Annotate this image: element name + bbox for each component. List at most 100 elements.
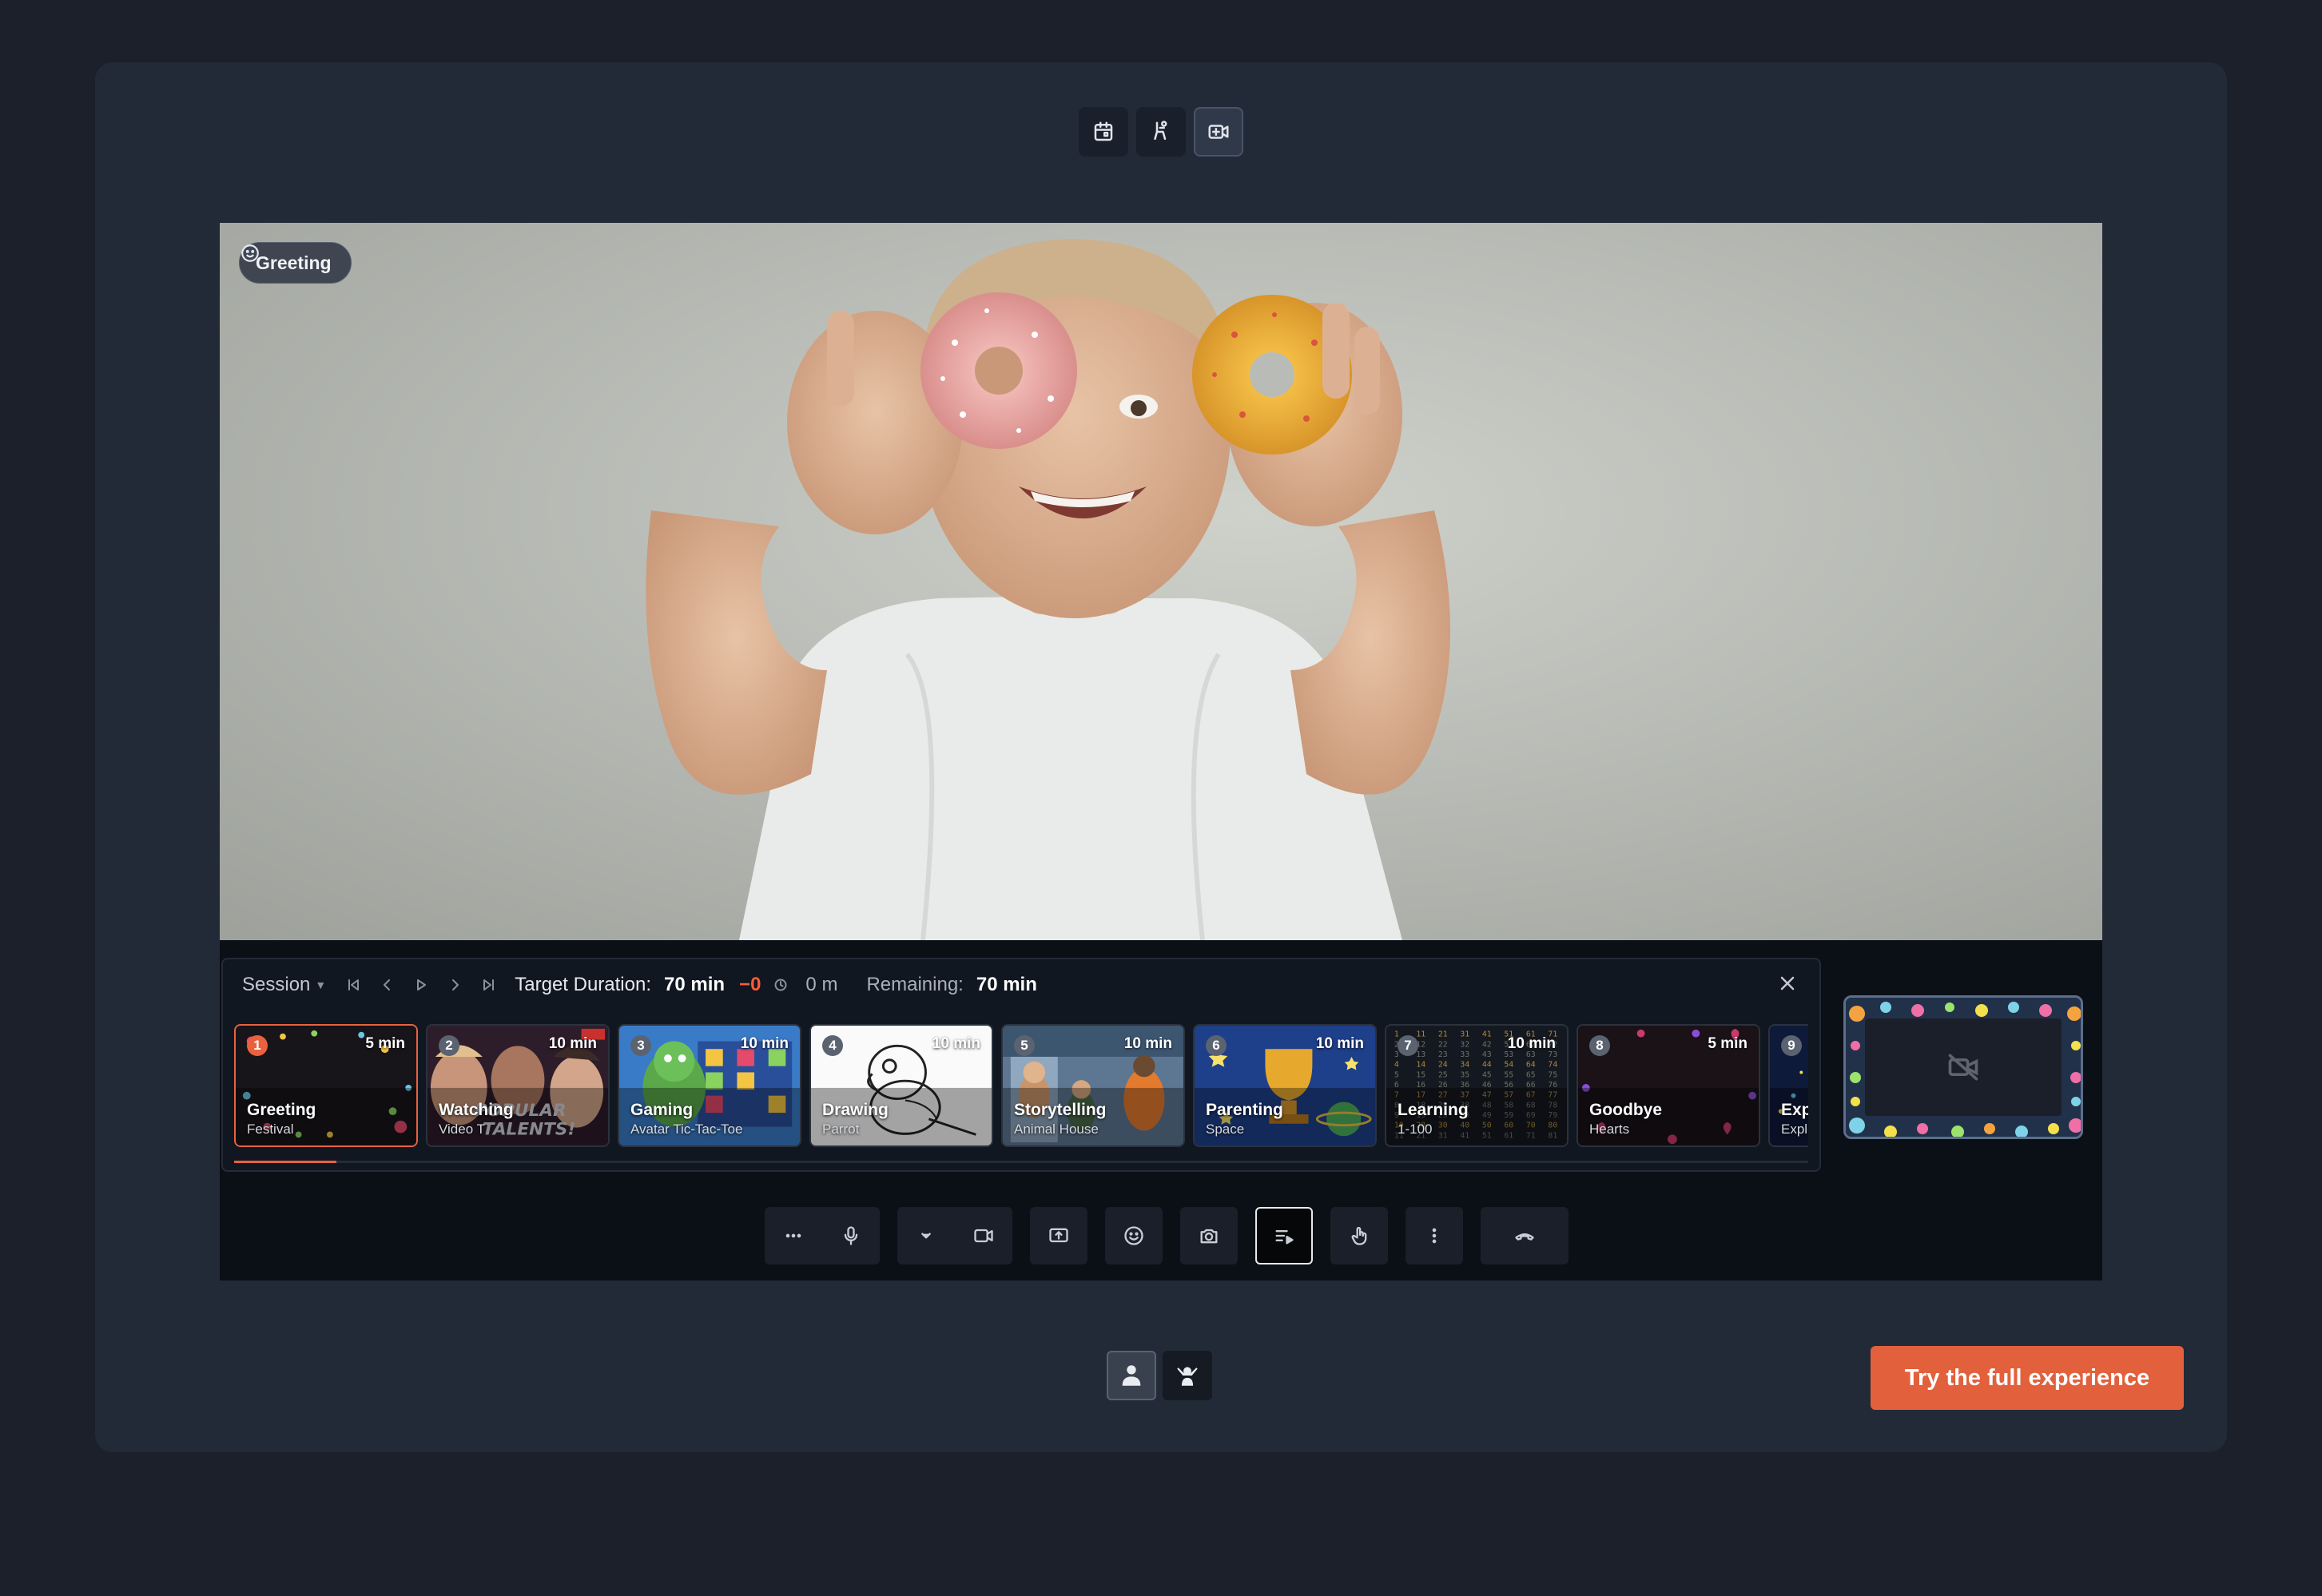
activity-duration: 10 min [1507,1035,1556,1052]
activity-duration: 10 min [1315,1035,1364,1052]
remaining-value: 70 min [976,974,1037,995]
session-plan-group [1255,1207,1313,1264]
activity-card[interactable]: 6 10 min Parenting Space [1193,1024,1377,1147]
svg-text:65: 65 [1526,1070,1536,1079]
activity-subtitle: Parrot [822,1122,860,1137]
skip-to-end-icon[interactable] [481,978,495,992]
clock-icon [774,979,787,991]
activity-duration: 10 min [1123,1035,1172,1052]
share-screen-button[interactable] [1030,1207,1087,1264]
svg-text:43: 43 [1482,1050,1492,1059]
child-view-button[interactable] [1107,1351,1156,1400]
touch-control-button[interactable] [1330,1207,1388,1264]
play-icon[interactable] [414,978,428,992]
activity-duration: 10 min [548,1035,597,1052]
current-activity-label: Greeting [256,252,332,273]
therapist-view-button[interactable] [1163,1351,1212,1400]
session-mode-button[interactable] [1136,107,1186,157]
svg-text:23: 23 [1438,1050,1448,1059]
activity-subtitle: Space [1206,1122,1245,1137]
close-icon[interactable] [1779,975,1795,991]
video-camera-icon [974,1229,993,1243]
end-call-button[interactable] [1481,1207,1569,1264]
hang-up-icon [1515,1233,1534,1241]
target-duration-value: 70 min [664,974,726,995]
activity-subtitle: Explor [1781,1122,1808,1137]
svg-text:54: 54 [1504,1061,1513,1070]
camera-off-icon [1948,1054,1978,1081]
playlist-play-icon [1275,1230,1294,1245]
activity-title: Storytelling [1014,1101,1107,1119]
activity-card[interactable]: 4 10 min Drawing Parrot [809,1024,993,1147]
camera-options-button[interactable] [897,1207,955,1264]
activity-number: 6 [1206,1035,1227,1056]
reactions-group [1105,1207,1163,1264]
activity-title: Goodbye [1589,1101,1663,1119]
activity-card[interactable]: POPULARTALENTS!210 minWatchingVideo T [426,1024,610,1147]
snapshot-button[interactable] [1180,1207,1238,1264]
svg-text:31: 31 [1460,1030,1469,1039]
svg-text:22: 22 [1438,1040,1448,1049]
caret-down-icon [921,1233,931,1239]
activity-card[interactable]: 1234567891011111213141516171819202121222… [1385,1024,1569,1147]
microphone-button[interactable] [822,1207,880,1264]
next-icon[interactable] [447,978,462,992]
previous-icon[interactable] [380,978,395,992]
more-horizontal-icon [785,1233,801,1238]
session-header: Session ▼ Target Duration: 70 min −0 0 m… [223,959,1819,1010]
camera-off-placeholder [1865,1018,2062,1116]
svg-text:1: 1 [1394,1030,1399,1039]
chevron-down-icon[interactable]: ▼ [315,979,326,991]
skip-to-start-icon[interactable] [347,978,361,992]
person-icon [1122,1365,1141,1386]
role-view-toggle [1107,1351,1212,1400]
current-activity-chip: Greeting [239,242,352,284]
activity-number: 8 [1589,1035,1610,1056]
svg-text:74: 74 [1548,1061,1557,1070]
audio-options-button[interactable] [765,1207,822,1264]
svg-text:32: 32 [1460,1040,1469,1049]
more-options-button[interactable] [1406,1207,1463,1264]
self-view-tile[interactable] [1843,995,2083,1139]
svg-text:35: 35 [1460,1070,1469,1079]
activity-duration: 5 min [1708,1035,1747,1052]
camera-icon [1200,1229,1218,1244]
svg-text:55: 55 [1504,1070,1513,1079]
svg-text:45: 45 [1482,1070,1492,1079]
activity-card[interactable]: 5 10 min Storytelling Animal House [1001,1024,1185,1147]
activity-number: 1 [247,1035,268,1056]
camera-button[interactable] [955,1207,1012,1264]
activity-card[interactable]: 1 5 min Greeting Festival [234,1024,418,1147]
activity-subtitle: Video T [439,1122,485,1137]
share-screen-icon [1049,1228,1068,1243]
session-panel: Session ▼ Target Duration: 70 min −0 0 m… [221,958,1821,1172]
activity-card[interactable]: 8 5 min Goodbye Hearts [1576,1024,1760,1147]
activity-number: 5 [1014,1035,1035,1056]
activity-duration: 5 min [365,1035,405,1052]
svg-text:44: 44 [1482,1061,1492,1070]
video-mode-button[interactable] [1194,107,1243,157]
calendar-mode-button[interactable] [1079,107,1128,157]
try-full-experience-button[interactable]: Try the full experience [1871,1346,2184,1410]
activity-strip: 15 minGreetingFestivalPOPULARTALENTS!210… [234,1024,1808,1149]
session-progress-track [234,1161,1808,1163]
svg-text:15: 15 [1416,1070,1425,1079]
svg-text:33: 33 [1460,1050,1469,1059]
svg-text:4: 4 [1394,1061,1399,1070]
activity-number: 2 [439,1035,459,1056]
svg-text:5: 5 [1394,1070,1399,1079]
reactions-button[interactable] [1105,1207,1163,1264]
svg-text:14: 14 [1416,1061,1425,1070]
activity-subtitle: 1-100 [1398,1122,1433,1137]
session-plan-button[interactable] [1255,1207,1313,1264]
activity-title: Greeting [247,1101,316,1119]
svg-text:34: 34 [1460,1061,1469,1070]
touch-group [1330,1207,1388,1264]
activity-card[interactable]: 9 Explo Explor [1768,1024,1808,1147]
session-dropdown[interactable]: Session [242,974,310,996]
activity-card[interactable]: 3 10 min Gaming Avatar Tic-Tac-Toe [618,1024,801,1147]
svg-text:21: 21 [1438,1030,1448,1039]
activity-subtitle: Animal House [1014,1122,1099,1137]
activity-subtitle: Hearts [1589,1122,1630,1137]
activity-title: Drawing [822,1101,889,1119]
